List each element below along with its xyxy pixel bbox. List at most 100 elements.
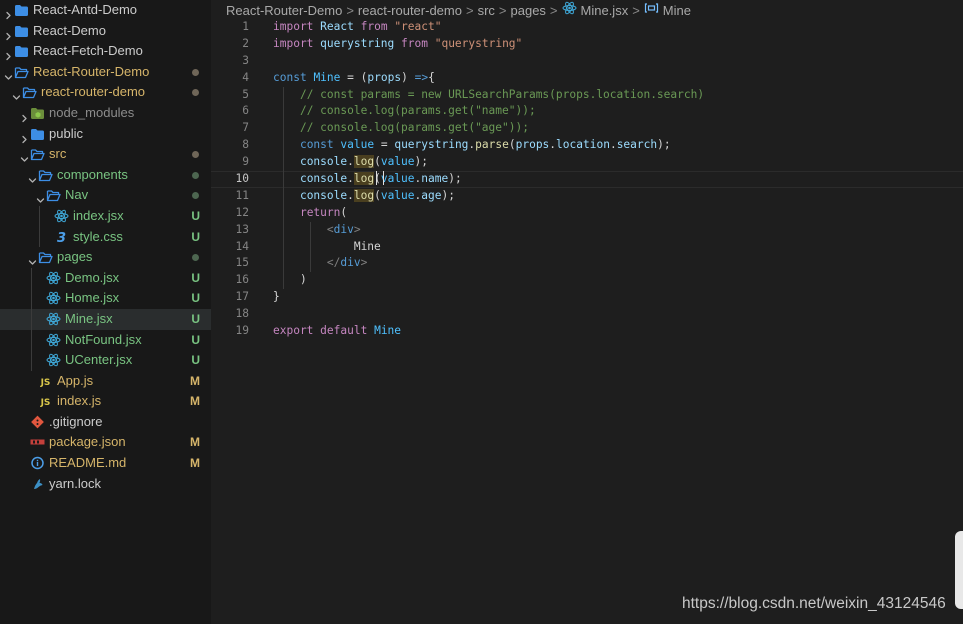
tree-item-index-jsx[interactable]: index.jsx U [0, 206, 211, 227]
breadcrumb-segment[interactable]: Mine [663, 3, 691, 18]
chevron-down-icon[interactable] [4, 68, 13, 80]
code-token: export [273, 324, 314, 338]
code-line[interactable]: 14 Mine [211, 239, 963, 256]
tree-item-public[interactable]: public [0, 124, 211, 145]
tree-item-app-js[interactable]: JS App.js M [0, 371, 211, 392]
code-line[interactable]: 17} [211, 289, 963, 306]
code-token: ( [340, 205, 348, 219]
tree-item-react-router-demo[interactable]: React-Router-Demo [0, 62, 211, 83]
code-line[interactable]: 3 [211, 53, 963, 70]
tree-item-components[interactable]: components [0, 165, 211, 186]
breadcrumb-segment[interactable]: react-router-demo [358, 3, 462, 18]
breadcrumb-segment[interactable]: React-Router-Demo [226, 3, 342, 18]
tree-item-gitignore[interactable]: .gitignore [0, 412, 211, 433]
code-line[interactable]: 19 export default Mine [211, 323, 963, 340]
code-text: return( [273, 205, 347, 222]
code-line[interactable]: 16 ) [211, 272, 963, 289]
code-token: ) [299, 273, 307, 287]
code-line[interactable]: 13 <div> [211, 222, 963, 239]
line-number: 5 [242, 87, 249, 101]
code-line[interactable]: 2 import querystring from "querystring" [211, 36, 963, 53]
line-number: 12 [235, 205, 249, 219]
tree-item-yarn-lock[interactable]: yarn.lock [0, 474, 211, 495]
code-text: console.log(value.name); [273, 171, 462, 188]
chevron-down-icon[interactable] [28, 253, 37, 265]
code-token: log [353, 155, 375, 169]
scrollbar-thumb[interactable] [955, 531, 963, 609]
code-line[interactable]: 1 import React from "react" [211, 19, 963, 36]
tree-item-src[interactable]: src [0, 144, 211, 165]
breadcrumb-separator: > [346, 3, 354, 19]
code-line[interactable]: 11 console.log(value.age); [211, 188, 963, 205]
code-token: value [340, 138, 375, 152]
code-token: // console.log(params.get("age")); [299, 121, 529, 135]
git-status-badge: M [190, 456, 200, 471]
code-line[interactable]: 10 console.log(value.name); [211, 171, 963, 188]
tree-item-pages[interactable]: pages [0, 247, 211, 268]
watermark: https://blog.csdn.net/weixin_43124546 [682, 595, 946, 612]
code-token: ( [374, 188, 381, 202]
code-area[interactable]: 1 import React from "react" 2 import querys… [211, 19, 963, 340]
tree-item-package-json[interactable]: package.json M [0, 432, 211, 453]
code-token: parse [475, 138, 509, 152]
chevron-down-icon[interactable] [28, 171, 37, 183]
chevron-down-icon[interactable] [12, 88, 21, 101]
code-text: // console.log(params.get("name")); [273, 103, 536, 120]
line-number: 3 [242, 53, 249, 67]
code-line[interactable]: 4 const Mine = (props) =>{ [211, 70, 963, 87]
code-token: location [556, 138, 610, 152]
code-token: const [299, 138, 334, 152]
code-token: ); [441, 188, 455, 202]
tree-item-label: node_modules [49, 104, 135, 120]
folder-open-icon [38, 250, 53, 264]
breadcrumb-segment[interactable]: pages [511, 3, 546, 18]
code-token: querystring [320, 36, 395, 50]
code-line[interactable]: 5 // const params = new URLSearchParams(… [211, 87, 963, 104]
code-token: = [380, 138, 388, 152]
code-line[interactable]: 12 return( [211, 205, 963, 222]
code-token: div [340, 256, 361, 270]
tree-item-label: src [49, 146, 67, 162]
code-line[interactable]: 18 [211, 306, 963, 323]
code-line[interactable]: 7 // console.log(params.get("age")); [211, 120, 963, 137]
code-line[interactable]: 8 const value = querystring.parse(props.… [211, 137, 963, 154]
tree-item-react-antd-demo[interactable]: React-Antd-Demo [0, 0, 211, 21]
breadcrumb-segment[interactable]: Mine.jsx [581, 3, 629, 18]
code-text: export default Mine [273, 323, 401, 340]
code-token: ; [454, 172, 462, 186]
tree-item-readme-md[interactable]: README.md M [0, 453, 211, 474]
chevron-down-icon[interactable] [20, 150, 29, 162]
chevron-right-icon[interactable] [4, 47, 13, 61]
editor-pane: React-Router-Demo > react-router-demo > src >… [211, 0, 963, 624]
tree-item-label: package.json [49, 434, 126, 450]
tree-item-style-css[interactable]: 3 style.css U [0, 227, 211, 248]
code-line[interactable]: 6 // console.log(params.get("name")); [211, 103, 963, 120]
tree-item-nav[interactable]: Nav [0, 185, 211, 206]
line-number: 14 [235, 239, 249, 253]
chevron-down-icon[interactable] [36, 191, 45, 203]
line-number: 2 [242, 36, 249, 50]
tree-item-react-demo[interactable]: React-Demo [0, 21, 211, 42]
code-token: querystring [394, 138, 469, 152]
tree-item-react-fetch-demo[interactable]: React-Fetch-Demo [0, 41, 211, 62]
tree-item-label: .gitignore [49, 413, 103, 429]
tree-item-node-modules[interactable]: node_modules [0, 103, 211, 124]
line-number: 1 [242, 20, 249, 33]
tree-item-label: components [57, 166, 128, 182]
chevron-right-icon[interactable] [4, 6, 13, 20]
code-line[interactable]: 9 console.log(value); [211, 154, 963, 171]
js-icon: JS [38, 394, 53, 408]
code-token: > [360, 256, 368, 270]
tree-item-react-router-demo[interactable]: react-router-demo [0, 82, 211, 103]
chevron-right-icon[interactable] [20, 109, 29, 123]
tree-item-label: README.md [49, 455, 127, 471]
chevron-right-icon[interactable] [4, 27, 13, 40]
tree-item-index-js[interactable]: JS index.js M [0, 391, 211, 412]
breadcrumb-segment[interactable]: src [478, 3, 495, 18]
code-line[interactable]: 15 </div> [211, 255, 963, 272]
chevron-right-icon[interactable] [20, 130, 29, 143]
